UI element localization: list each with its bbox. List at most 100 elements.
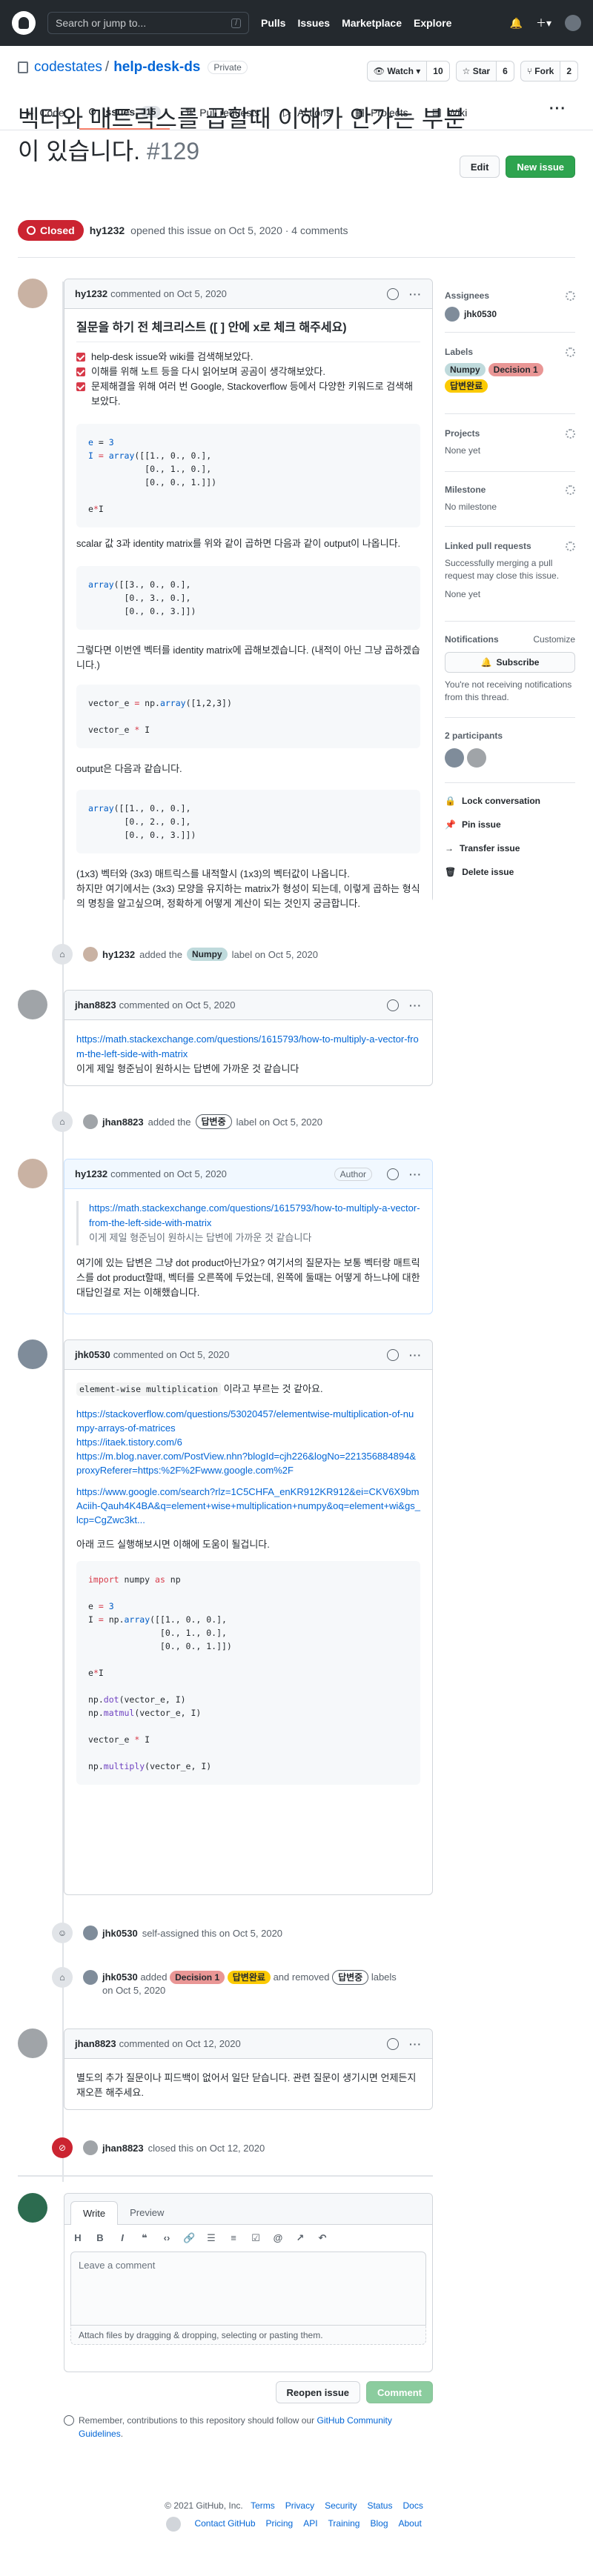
repo-separator: / [105, 59, 110, 75]
quote-link[interactable]: https://math.stackexchange.com/questions… [89, 1202, 420, 1228]
link-icon[interactable]: 🔗 [183, 2232, 195, 2244]
tab-preview[interactable]: Preview [118, 2201, 176, 2224]
watch-button[interactable]: 👁 Watch ▾ 10 [366, 61, 450, 81]
footer-link[interactable]: Terms [251, 2500, 275, 2511]
fork-button[interactable]: ⑂ Fork 2 [520, 61, 578, 81]
emoji-icon[interactable] [387, 1168, 399, 1180]
emoji-icon[interactable] [387, 2037, 399, 2050]
gear-icon[interactable] [566, 485, 575, 495]
tab-write[interactable]: Write [70, 2201, 119, 2225]
comment-author: jhan8823 [75, 999, 116, 1011]
avatar[interactable] [18, 1339, 47, 1369]
more-tabs-icon[interactable]: ··· [549, 101, 566, 118]
footer-link[interactable]: Training [328, 2518, 360, 2529]
bold-icon[interactable]: B [94, 2232, 106, 2244]
user-avatar[interactable] [565, 15, 581, 31]
more-icon[interactable]: ··· [409, 288, 422, 300]
nav-explore[interactable]: Explore [414, 17, 451, 29]
avatar[interactable] [18, 279, 47, 308]
checklist-item: 이해를 위해 노트 등을 다시 읽어보며 공곰이 생각해보았다. [76, 365, 420, 379]
avatar[interactable] [18, 990, 47, 1019]
timeline-event: ⊘ jhan8823 closed this on Oct 12, 2020 [52, 2137, 265, 2158]
github-logo-icon[interactable] [12, 11, 36, 35]
gear-icon[interactable] [566, 428, 575, 439]
repo-name-link[interactable]: help-desk-ds [112, 59, 200, 76]
footer-link[interactable]: Blog [370, 2518, 388, 2529]
comment-textarea[interactable]: Leave a comment [70, 2251, 426, 2326]
new-issue-button[interactable]: New issue [506, 156, 575, 178]
emoji-icon[interactable] [387, 287, 399, 300]
label-badge[interactable]: Decision 1 [488, 363, 543, 376]
label-badge: Decision 1 [170, 1971, 225, 1984]
edit-button[interactable]: Edit [459, 156, 500, 178]
quote-icon[interactable]: ❝ [139, 2232, 150, 2244]
label-badge[interactable]: 답변완료 [445, 379, 488, 393]
gear-icon[interactable] [566, 347, 575, 357]
nav-marketplace[interactable]: Marketplace [342, 17, 402, 29]
pin-issue-button[interactable]: 📌 Pin issue [445, 819, 575, 830]
reopen-issue-button[interactable]: Reopen issue [275, 2381, 361, 2403]
attach-files-area[interactable]: Attach files by dragging & dropping, sel… [70, 2326, 426, 2345]
comment-link[interactable]: https://m.blog.naver.com/PostView.nhn?bl… [76, 1449, 420, 1477]
lock-icon: 🔒 [445, 796, 456, 806]
comment-paragraph: 아래 코드 실행해보시면 이해에 도움이 될겁니다. [76, 1539, 270, 1550]
more-icon[interactable]: ··· [409, 1349, 422, 1361]
repo-owner-link[interactable]: codestates [34, 59, 102, 76]
avatar [445, 307, 460, 322]
divider [445, 782, 575, 783]
visibility-badge: Private [208, 61, 248, 74]
avatar[interactable] [18, 1159, 47, 1188]
gear-icon[interactable] [566, 290, 575, 301]
footer-link[interactable]: Contact GitHub [194, 2518, 255, 2529]
bell-icon[interactable]: 🔔 [510, 17, 523, 30]
search-input[interactable]: Search or jump to... / [47, 12, 249, 34]
reference-icon[interactable]: ↗ [294, 2232, 306, 2244]
reply-icon[interactable]: ↶ [317, 2232, 328, 2244]
nav-pulls[interactable]: Pulls [261, 17, 285, 29]
subscribe-button[interactable]: 🔔 Subscribe [445, 652, 575, 673]
footer-link[interactable]: Security [325, 2500, 357, 2511]
customize-link[interactable]: Customize [533, 634, 575, 645]
nav-issues[interactable]: Issues [297, 17, 330, 29]
pin-icon: 📌 [445, 819, 456, 830]
comment-link[interactable]: https://math.stackexchange.com/questions… [76, 1034, 419, 1059]
comment-button[interactable]: Comment [366, 2381, 433, 2403]
bullet-list-icon[interactable]: ☰ [205, 2232, 217, 2244]
comment-link[interactable]: https://stackoverflow.com/questions/5302… [76, 1407, 420, 1435]
assignee-name[interactable]: jhk0530 [464, 308, 497, 321]
github-mark-icon[interactable] [166, 2516, 182, 2532]
lock-conversation-button[interactable]: 🔒 Lock conversation [445, 796, 575, 806]
more-icon[interactable]: ··· [409, 999, 422, 1011]
issue-actions: 🔒 Lock conversation 📌 Pin issue → Transfer … [445, 796, 575, 877]
italic-icon[interactable]: I [116, 2232, 128, 2244]
more-icon[interactable]: ··· [409, 2038, 422, 2050]
milestone-section: Milestone No milestone [445, 485, 575, 513]
transfer-issue-button[interactable]: → Transfer issue [445, 843, 575, 853]
footer-link[interactable]: Privacy [285, 2500, 314, 2511]
footer-link[interactable]: About [399, 2518, 422, 2529]
plus-icon[interactable]: ＋▾ [536, 16, 551, 30]
footer-link[interactable]: API [303, 2518, 317, 2529]
comment-link[interactable]: https://itaek.tistory.com/6 [76, 1435, 420, 1449]
star-button[interactable]: ☆ Star 6 [455, 61, 514, 81]
task-list-icon[interactable]: ☑ [250, 2232, 262, 2244]
comment-link[interactable]: https://www.google.com/search?rlz=1C5CHF… [76, 1485, 420, 1527]
mention-icon[interactable]: @ [272, 2232, 284, 2244]
footer-link[interactable]: Status [367, 2500, 392, 2511]
avatar[interactable] [467, 748, 486, 768]
numbered-list-icon[interactable]: ≡ [228, 2232, 239, 2244]
footer-link[interactable]: Docs [402, 2500, 423, 2511]
emoji-icon[interactable] [387, 999, 399, 1011]
heading-icon[interactable]: H [72, 2232, 84, 2244]
emoji-icon[interactable] [387, 1348, 399, 1361]
avatar[interactable] [18, 2028, 47, 2058]
editor-toolbar: HBI ❝ ‹› 🔗 ☰ ≡ ☑ @ ↗ ↶ [64, 2225, 432, 2251]
label-badge[interactable]: Numpy [445, 363, 486, 376]
gear-icon[interactable] [566, 541, 575, 551]
delete-issue-button[interactable]: 🗑 Delete issue [445, 867, 575, 877]
avatar[interactable] [445, 748, 464, 768]
code-icon[interactable]: ‹› [161, 2232, 173, 2244]
person-icon: ☺ [52, 1923, 73, 1943]
more-icon[interactable]: ··· [409, 1168, 422, 1180]
footer-link[interactable]: Pricing [266, 2518, 294, 2529]
